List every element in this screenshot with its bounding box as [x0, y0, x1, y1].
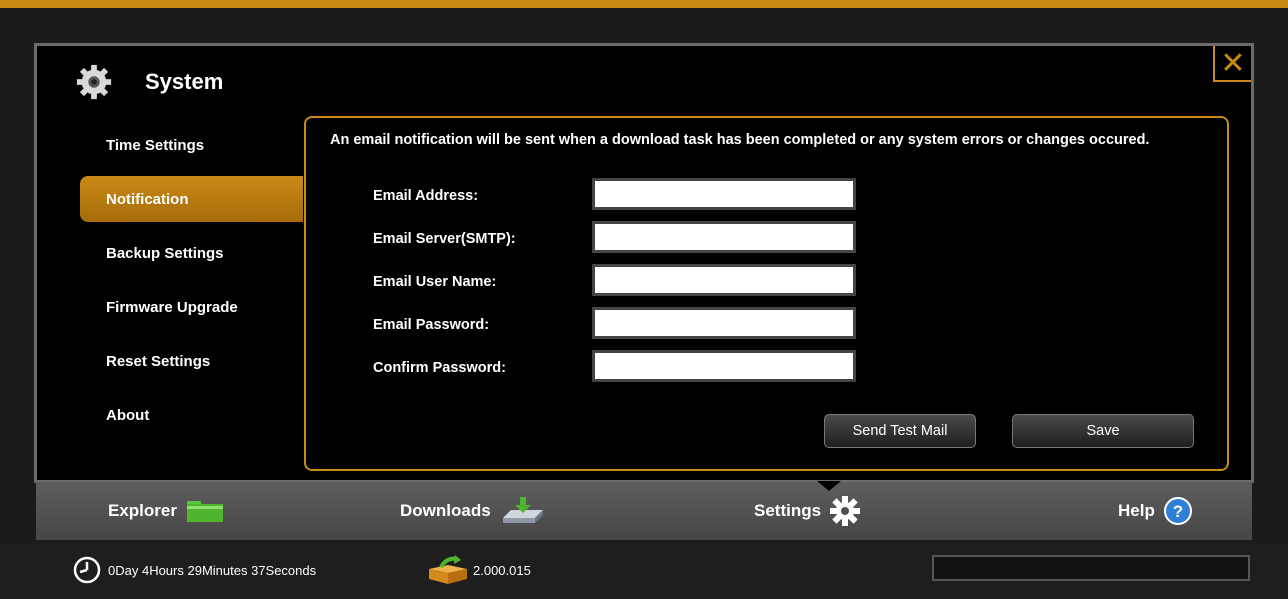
email-user-name-label: Email User Name: [373, 274, 497, 290]
close-button[interactable]: ✕ [1213, 46, 1251, 82]
nav-settings[interactable]: Settings [754, 482, 861, 540]
status-bar: 0Day 4Hours 29Minutes 37Seconds 2.000.01… [0, 545, 1288, 599]
sidebar-item-firmware-upgrade[interactable]: Firmware Upgrade [80, 284, 303, 330]
send-test-mail-button[interactable]: Send Test Mail [824, 414, 976, 448]
email-server-field[interactable] [592, 221, 856, 253]
confirm-password-label: Confirm Password: [373, 360, 506, 376]
notification-description: An email notification will be sent when … [330, 132, 1150, 148]
email-address-label: Email Address: [373, 188, 479, 204]
sidebar-item-label: Reset Settings [106, 352, 211, 370]
close-icon: ✕ [1220, 45, 1246, 81]
uptime-display: 0Day 4Hours 29Minutes 37Seconds [72, 555, 316, 585]
page-title: System [145, 69, 224, 94]
sidebar-item-reset-settings[interactable]: Reset Settings [80, 338, 303, 384]
notification-panel: An email notification will be sent when … [304, 116, 1229, 471]
sidebar-item-backup-settings[interactable]: Backup Settings [80, 230, 303, 276]
email-password-label: Email Password: [373, 317, 490, 333]
email-address-field[interactable] [592, 178, 856, 210]
nav-label: Help [1118, 501, 1155, 520]
sidebar-item-label: About [106, 406, 150, 424]
sidebar-item-time-settings[interactable]: Time Settings [80, 122, 303, 168]
sidebar-item-label: Notification [106, 190, 189, 208]
confirm-password-field[interactable] [592, 350, 856, 382]
version-display: 2.000.015 [425, 555, 531, 585]
download-drive-icon [502, 497, 543, 523]
bottom-nav: Explorer Downloads Settings Help ? [36, 481, 1252, 540]
email-password-field[interactable] [592, 307, 856, 339]
nav-help[interactable]: Help ? [1118, 482, 1193, 540]
nav-label: Settings [754, 501, 822, 520]
gear-icon [76, 64, 112, 100]
folder-icon [186, 501, 223, 522]
email-user-name-field[interactable] [592, 264, 856, 296]
save-button[interactable]: Save [1012, 414, 1194, 448]
help-icon: ? [1163, 497, 1192, 525]
clock-icon [73, 556, 101, 584]
package-update-icon [429, 555, 467, 584]
system-dialog: ✕ System Time Settings Notification Back… [34, 43, 1254, 483]
version-text: 2.000.015 [473, 562, 531, 578]
svg-text:?: ? [1173, 502, 1183, 521]
settings-sidebar: Time Settings Notification Backup Settin… [80, 122, 303, 446]
email-server-label: Email Server(SMTP): [373, 231, 516, 247]
nav-label: Explorer [108, 501, 177, 520]
uptime-text: 0Day 4Hours 29Minutes 37Seconds [108, 562, 317, 578]
sidebar-item-about[interactable]: About [80, 392, 303, 438]
progress-bar [932, 555, 1250, 581]
top-accent-bar [0, 0, 1288, 8]
sidebar-item-label: Firmware Upgrade [106, 298, 238, 316]
nav-explorer[interactable]: Explorer [108, 482, 225, 540]
sidebar-item-label: Backup Settings [106, 244, 224, 262]
gear-icon [830, 496, 861, 526]
dialog-header: System [75, 64, 223, 100]
sidebar-item-label: Time Settings [106, 136, 205, 154]
nav-downloads[interactable]: Downloads [400, 482, 547, 540]
sidebar-item-notification[interactable]: Notification [80, 176, 303, 222]
nav-label: Downloads [400, 501, 491, 520]
